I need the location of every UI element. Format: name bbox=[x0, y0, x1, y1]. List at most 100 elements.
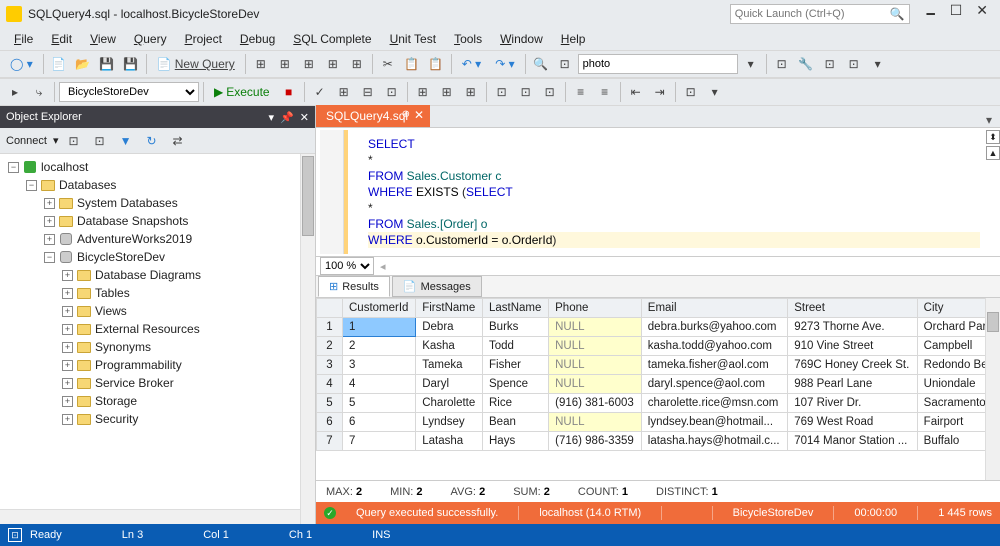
db-icon-1[interactable]: ⊞ bbox=[250, 53, 272, 75]
tree-server[interactable]: −localhost bbox=[2, 158, 313, 176]
tree-scrollbar[interactable] bbox=[300, 154, 315, 524]
ext-icon-2[interactable]: ⊡ bbox=[819, 53, 841, 75]
wrench-icon[interactable]: 🔧 bbox=[795, 53, 817, 75]
col-email[interactable]: Email bbox=[641, 299, 787, 318]
menu-view[interactable]: View bbox=[82, 30, 124, 48]
attach-icon[interactable]: ⤷ bbox=[28, 81, 50, 103]
menu-project[interactable]: Project bbox=[177, 30, 230, 48]
toolbar-search-input[interactable] bbox=[578, 54, 738, 74]
save-icon[interactable]: 💾 bbox=[96, 53, 118, 75]
menu-edit[interactable]: Edit bbox=[43, 30, 80, 48]
table-row[interactable]: 5 5 CharoletteRice (916) 381-6003 charol… bbox=[317, 394, 1000, 413]
tree-snapshots[interactable]: +Database Snapshots bbox=[2, 212, 313, 230]
connect-label[interactable]: Connect bbox=[6, 135, 47, 147]
grid-scrollbar[interactable] bbox=[985, 298, 1000, 480]
group-icon-1[interactable]: ⊞ bbox=[412, 81, 434, 103]
table-row[interactable]: 6 6 LyndseyBean NULL lyndsey.bean@hotmai… bbox=[317, 413, 1000, 432]
paste-icon[interactable]: 📋 bbox=[425, 53, 447, 75]
col-firstname[interactable]: FirstName bbox=[416, 299, 483, 318]
table-row[interactable]: 7 7 LatashaHays (716) 986-3359 latasha.h… bbox=[317, 432, 1000, 451]
menu-file[interactable]: File bbox=[6, 30, 41, 48]
execute-button[interactable]: ▶ Execute bbox=[208, 81, 276, 103]
check-icon[interactable]: ✓ bbox=[309, 81, 331, 103]
menu-window[interactable]: Window bbox=[492, 30, 551, 48]
col-phone[interactable]: Phone bbox=[549, 299, 642, 318]
tab-close-icon[interactable]: ✕ bbox=[414, 108, 424, 122]
table-row[interactable]: 3 3 TamekaFisher NULL tameka.fisher@aol.… bbox=[317, 356, 1000, 375]
plan-icon-1[interactable]: ⊞ bbox=[333, 81, 355, 103]
menu-sqlcomplete[interactable]: SQL Complete bbox=[285, 30, 379, 48]
save-all-icon[interactable]: 💾 bbox=[120, 53, 142, 75]
grid-header-rownum[interactable] bbox=[317, 299, 343, 318]
copy-icon[interactable]: 📋 bbox=[401, 53, 423, 75]
more-icon[interactable]: ▾ bbox=[740, 53, 762, 75]
nav-up-icon[interactable]: ▲ bbox=[986, 146, 1000, 160]
tree-diagrams[interactable]: +Database Diagrams bbox=[2, 266, 313, 284]
tab-sqlquery4[interactable]: SQLQuery4.sql ⊕ ✕ bbox=[316, 105, 430, 127]
search-tb-icon[interactable]: 🔍 bbox=[530, 53, 552, 75]
tree-aw2019[interactable]: +AdventureWorks2019 bbox=[2, 230, 313, 248]
new-query-button[interactable]: 📄 New Query bbox=[151, 53, 241, 75]
tab-results[interactable]: ⊞Results bbox=[318, 276, 390, 297]
ext-icon-3[interactable]: ⊡ bbox=[843, 53, 865, 75]
oe-refresh-icon[interactable]: ↻ bbox=[141, 130, 163, 152]
undo-icon[interactable]: ↶ ▾ bbox=[456, 53, 487, 75]
debug-icon[interactable]: ▸ bbox=[4, 81, 26, 103]
quick-launch-input[interactable] bbox=[735, 8, 890, 20]
split-icon[interactable]: ⬍ bbox=[986, 130, 1000, 144]
grp2-icon-2[interactable]: ⊡ bbox=[515, 81, 537, 103]
tree-extres[interactable]: +External Resources bbox=[2, 320, 313, 338]
indent-icon-1[interactable]: ≡ bbox=[570, 81, 592, 103]
table-row[interactable]: 1 1 DebraBurks NULL debra.burks@yahoo.co… bbox=[317, 318, 1000, 337]
object-explorer-tree[interactable]: −localhost −Databases +System Databases … bbox=[0, 154, 315, 524]
db-icon-5[interactable]: ⊞ bbox=[346, 53, 368, 75]
indent-icon-2[interactable]: ≡ bbox=[594, 81, 616, 103]
col-street[interactable]: Street bbox=[788, 299, 917, 318]
new-project-icon[interactable]: 📄 bbox=[48, 53, 70, 75]
plan-icon-3[interactable]: ⊡ bbox=[381, 81, 403, 103]
database-dropdown[interactable]: BicycleStoreDev bbox=[59, 82, 199, 102]
redo-icon[interactable]: ↷ ▾ bbox=[489, 53, 520, 75]
final-dd-icon[interactable]: ▾ bbox=[704, 81, 726, 103]
maximize-icon[interactable]: ☐ bbox=[950, 2, 963, 26]
oe-tb-icon-1[interactable]: ⊡ bbox=[63, 130, 85, 152]
stop-icon[interactable]: ■ bbox=[278, 81, 300, 103]
menu-tools[interactable]: Tools bbox=[446, 30, 490, 48]
tabs-overflow-icon[interactable]: ▾ bbox=[978, 113, 1000, 127]
oe-tb-icon-2[interactable]: ⊡ bbox=[89, 130, 111, 152]
db-icon-3[interactable]: ⊞ bbox=[298, 53, 320, 75]
zoom-dropdown[interactable]: 100 % bbox=[320, 257, 374, 275]
grp2-icon-1[interactable]: ⊡ bbox=[491, 81, 513, 103]
menu-query[interactable]: Query bbox=[126, 30, 175, 48]
oe-pin-icon[interactable]: 📌 bbox=[280, 111, 294, 124]
tree-security[interactable]: +Security bbox=[2, 410, 313, 428]
quick-launch-box[interactable]: 🔍 bbox=[730, 4, 910, 24]
tree-prog[interactable]: +Programmability bbox=[2, 356, 313, 374]
outdent-icon[interactable]: ⇤ bbox=[625, 81, 647, 103]
menu-debug[interactable]: Debug bbox=[232, 30, 283, 48]
table-row[interactable]: 2 2 KashaTodd NULL kasha.todd@yahoo.com9… bbox=[317, 337, 1000, 356]
open-icon[interactable]: 📂 bbox=[72, 53, 94, 75]
menu-unittest[interactable]: Unit Test bbox=[382, 30, 444, 48]
minimize-icon[interactable]: 🗕 bbox=[926, 2, 936, 26]
final-icon[interactable]: ⊡ bbox=[680, 81, 702, 103]
status-collapse-icon[interactable]: ⊡ bbox=[8, 528, 22, 542]
tree-storage[interactable]: +Storage bbox=[2, 392, 313, 410]
tab-messages[interactable]: 📄Messages bbox=[392, 276, 482, 297]
table-row[interactable]: 4 4 DarylSpence NULL daryl.spence@aol.co… bbox=[317, 375, 1000, 394]
results-grid[interactable]: CustomerId FirstName LastName Phone Emai… bbox=[316, 298, 1000, 480]
oe-tb-icon-3[interactable]: ⇄ bbox=[167, 130, 189, 152]
tree-bicycle[interactable]: −BicycleStoreDev bbox=[2, 248, 313, 266]
menu-help[interactable]: Help bbox=[553, 30, 594, 48]
oe-filter-icon[interactable]: ▼ bbox=[115, 130, 137, 152]
obj-icon[interactable]: ⊡ bbox=[554, 53, 576, 75]
tree-sysdb[interactable]: +System Databases bbox=[2, 194, 313, 212]
indent-icon[interactable]: ⇥ bbox=[649, 81, 671, 103]
cut-icon[interactable]: ✂ bbox=[377, 53, 399, 75]
group-icon-2[interactable]: ⊞ bbox=[436, 81, 458, 103]
grp2-icon-3[interactable]: ⊡ bbox=[539, 81, 561, 103]
group-icon-3[interactable]: ⊞ bbox=[460, 81, 482, 103]
db-icon-2[interactable]: ⊞ bbox=[274, 53, 296, 75]
tree-tables[interactable]: +Tables bbox=[2, 284, 313, 302]
back-button[interactable]: ◯ ▾ bbox=[4, 53, 39, 75]
